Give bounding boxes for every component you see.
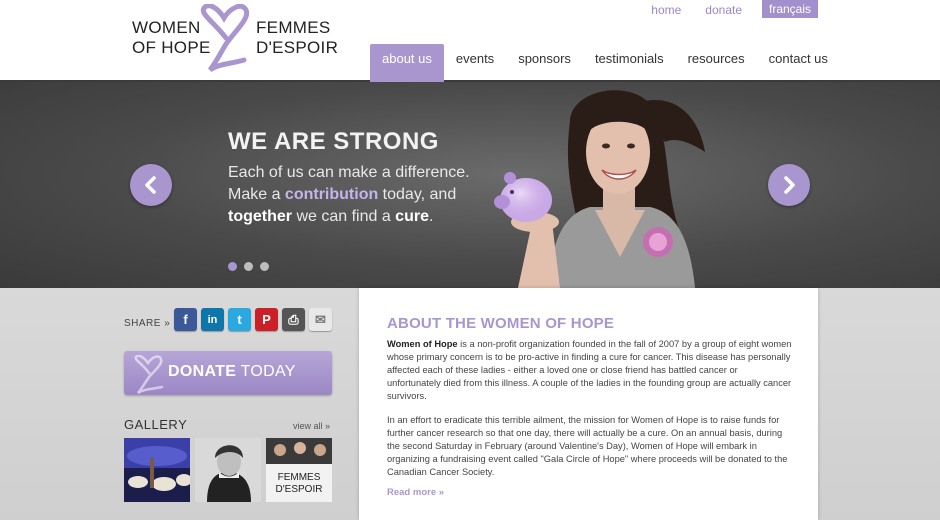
top-link-donate[interactable]: donate: [693, 3, 754, 17]
hero-line3-post: .: [428, 208, 434, 225]
facebook-icon[interactable]: f: [174, 308, 197, 331]
donate-label-strong: DONATE: [168, 363, 237, 380]
twitter-icon[interactable]: t: [228, 308, 251, 331]
about-paragraph-2: In an effort to eradicate this terrible …: [387, 415, 788, 477]
chevron-left-icon: [145, 176, 156, 194]
heart-outline-icon: [134, 355, 164, 395]
chevron-right-icon: [784, 176, 795, 194]
gallery-thumb3-text-2: D'ESPOIR: [276, 484, 323, 495]
logo-french: FEMMES D'ESPOIR: [256, 18, 338, 58]
share-icons: f in t P ⎙ ✉: [174, 308, 332, 331]
gallery-thumb-2[interactable]: [195, 438, 261, 502]
slider-dot-3[interactable]: [260, 262, 269, 271]
hero-highlight-contribution: contribution: [284, 186, 379, 203]
logo-heart-icon: [200, 4, 250, 73]
hero-line2-post: today, and: [378, 186, 457, 203]
hero-line2-pre: Make a: [228, 186, 285, 203]
hero-line-2: Make a contribution today, and: [228, 186, 456, 204]
lower-section: SHARE » f in t P ⎙ ✉ DONATE TODAY GALLER…: [0, 288, 940, 520]
slider-dot-2[interactable]: [244, 262, 253, 271]
language-toggle-button[interactable]: français: [762, 0, 818, 18]
nav-item-resources[interactable]: resources: [676, 44, 757, 82]
donate-today-button[interactable]: DONATE TODAY: [124, 351, 332, 395]
share-label: SHARE »: [124, 318, 171, 329]
gallery-thumb-1[interactable]: [124, 438, 190, 502]
about-paragraph-1: Women of Hope is a non-profit organizati…: [387, 338, 792, 403]
top-link-home[interactable]: home: [639, 3, 693, 17]
donate-label-rest: TODAY: [236, 363, 296, 380]
slider-next-button[interactable]: [768, 164, 810, 206]
main-nav: about us events sponsors testimonials re…: [370, 44, 840, 82]
gallery-thumb-3[interactable]: FEMMES D'ESPOIR: [266, 438, 332, 502]
site-header: WOMEN OF HOPE FEMMES D'ESPOIR home donat…: [0, 0, 940, 82]
hero-photo-woman-piggy-bank: [494, 90, 705, 288]
org-name: Women of Hope: [387, 339, 458, 349]
logo-line1-fr: FEMMES: [256, 18, 331, 37]
linkedin-icon[interactable]: in: [201, 308, 224, 331]
logo-line2-fr: D'ESPOIR: [256, 38, 339, 57]
read-more-link[interactable]: Read more »: [387, 487, 444, 498]
about-title: ABOUT THE WOMEN OF HOPE: [387, 315, 615, 332]
donate-label: DONATE TODAY: [168, 363, 296, 381]
nav-item-contact-us[interactable]: contact us: [757, 44, 840, 82]
about-content-panel: ABOUT THE WOMEN OF HOPE Women of Hope is…: [359, 288, 818, 520]
gallery-title: GALLERY: [124, 417, 188, 432]
gallery-view-all-link[interactable]: view all »: [293, 421, 330, 431]
slider-dots: [228, 262, 269, 271]
site-logo[interactable]: WOMEN OF HOPE FEMMES D'ESPOIR: [128, 4, 338, 78]
top-links: home donate: [639, 3, 754, 17]
hero-highlight-together: together: [228, 208, 292, 225]
email-icon[interactable]: ✉: [309, 308, 332, 331]
hero-title: WE ARE STRONG: [228, 128, 439, 155]
nav-item-testimonials[interactable]: testimonials: [583, 44, 676, 82]
print-icon[interactable]: ⎙: [282, 308, 305, 331]
nav-item-about-us[interactable]: about us: [370, 44, 444, 82]
nav-item-events[interactable]: events: [444, 44, 506, 82]
gallery-thumb3-text-1: FEMMES: [278, 472, 321, 483]
slider-prev-button[interactable]: [130, 164, 172, 206]
pinterest-icon[interactable]: P: [255, 308, 278, 331]
hero-slider: WE ARE STRONG Each of us can make a diff…: [0, 82, 940, 288]
nav-item-sponsors[interactable]: sponsors: [506, 44, 583, 82]
gallery-thumbnails: FEMMES D'ESPOIR: [124, 438, 332, 502]
hero-line-1: Each of us can make a difference.: [228, 164, 470, 181]
hero-line3-mid: we can find a: [292, 208, 396, 225]
slider-dot-1[interactable]: [228, 262, 237, 271]
hero-line-3: together we can find a cure.: [228, 208, 433, 226]
hero-highlight-cure: cure: [395, 208, 429, 225]
